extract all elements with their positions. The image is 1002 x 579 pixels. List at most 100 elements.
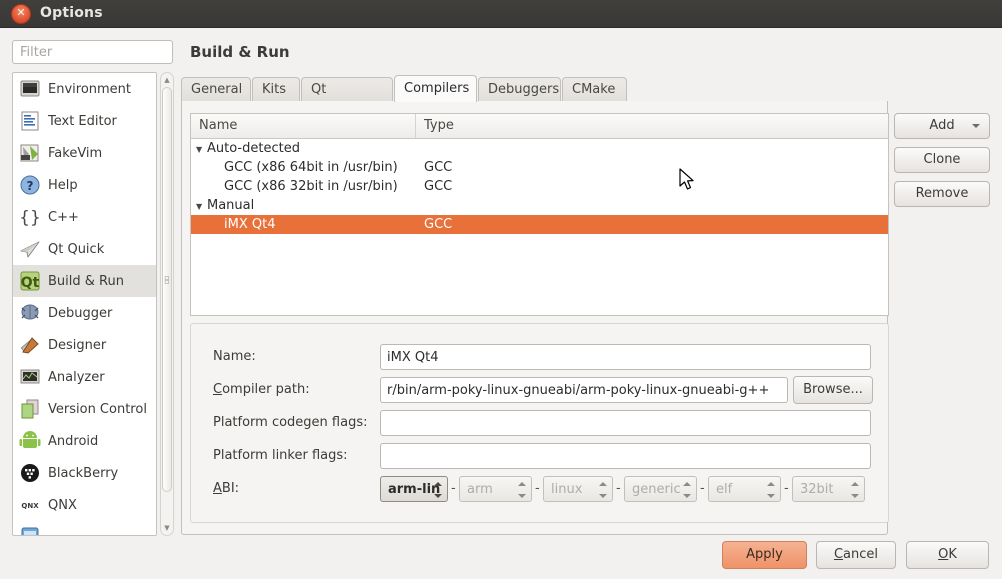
column-header-name[interactable]: Name xyxy=(191,114,416,138)
svg-text:{}: {} xyxy=(19,208,41,228)
abi-part-1[interactable]: arm xyxy=(459,476,532,502)
sidebar-item-label: BlackBerry xyxy=(48,465,119,481)
svg-text:QNX: QNX xyxy=(21,502,39,510)
abi-part-3[interactable]: generic xyxy=(624,476,697,502)
chevron-down-icon[interactable] xyxy=(972,124,980,128)
compiler-path-label-rest: ompiler path: xyxy=(222,382,310,397)
clone-button[interactable]: Clone xyxy=(894,147,990,173)
table-row[interactable]: GCC (x86 64bit in /usr/bin) GCC xyxy=(191,158,888,177)
codegen-flags-input[interactable] xyxy=(380,410,871,436)
sidebar-item-android[interactable]: Android xyxy=(13,425,156,457)
row-name-label: GCC (x86 64bit in /usr/bin) xyxy=(224,160,398,175)
sidebar-item-label: C++ xyxy=(48,209,79,225)
row-type-cell: GCC xyxy=(424,160,453,175)
tab-cmake[interactable]: CMake xyxy=(562,77,627,102)
sidebar-item-environment[interactable]: Environment xyxy=(13,73,156,105)
compilers-table[interactable]: Name Type ▼ Auto-detected GCC (x86 64bit i… xyxy=(190,113,889,316)
svg-text:?: ? xyxy=(27,179,34,193)
abi-part-4[interactable]: elf xyxy=(708,476,781,502)
qt-quick-icon xyxy=(20,241,40,258)
compiler-path-label: Compiler path: xyxy=(213,382,310,397)
sidebar-item-label: Build & Run xyxy=(48,273,124,289)
table-row[interactable]: GCC (x86 32bit in /usr/bin) GCC xyxy=(191,177,888,196)
row-name-cell: iMX Qt4 xyxy=(191,215,275,234)
spinner-arrows-icon[interactable] xyxy=(518,480,527,500)
abi-part-0[interactable]: arm-lin xyxy=(380,476,448,502)
row-name-label: Auto-detected xyxy=(207,141,300,156)
page-title: Build & Run xyxy=(190,43,290,61)
sidebar-item-label: Version Control xyxy=(48,401,147,417)
sidebar-scrollbar[interactable]: ▲ ▼ xyxy=(160,72,174,536)
sidebar-item-debugger[interactable]: Debugger xyxy=(13,297,156,329)
mouse-cursor-icon xyxy=(679,168,694,190)
browse-button[interactable]: Browse... xyxy=(793,376,873,404)
sidebar-item-label: Debugger xyxy=(48,305,113,321)
linker-flags-label: Platform linker flags: xyxy=(213,448,348,463)
spinner-arrows-icon[interactable] xyxy=(767,480,776,500)
debugger-icon xyxy=(21,304,39,320)
tab-qt-versions[interactable]: Qt Versions xyxy=(301,77,393,121)
sidebar-item-c[interactable]: {} C++ xyxy=(13,201,156,233)
cancel-button[interactable]: Cancel xyxy=(816,541,896,569)
form-row-linker-flags: Platform linker flags: xyxy=(191,442,890,470)
table-body[interactable]: ▼ Auto-detected GCC (x86 64bit in /usr/bin… xyxy=(191,139,888,234)
spinner-arrows-icon[interactable] xyxy=(599,480,608,500)
abi-separator: - xyxy=(784,481,789,496)
table-row[interactable]: ▼ Auto-detected xyxy=(191,139,888,158)
help-icon: ? xyxy=(20,175,40,195)
spinner-arrows-icon[interactable] xyxy=(434,480,443,500)
table-row[interactable]: iMX Qt4 GCC xyxy=(191,215,888,234)
ok-button[interactable]: OK xyxy=(906,541,989,569)
row-type-cell: GCC xyxy=(424,179,453,194)
expand-triangle-icon[interactable]: ▼ xyxy=(196,140,207,159)
abi-part-2[interactable]: linux xyxy=(543,476,613,502)
remove-button[interactable]: Remove xyxy=(894,181,990,207)
sidebar-item-label: Designer xyxy=(48,337,107,353)
filter-input[interactable] xyxy=(12,40,173,64)
expand-triangle-icon[interactable]: ▼ xyxy=(196,197,207,216)
abi-label: ABI: xyxy=(213,481,240,496)
abi-part-value: arm xyxy=(467,482,493,497)
sidebar-item-version-control[interactable]: Version Control xyxy=(13,393,156,425)
sidebar-item-designer[interactable]: Designer xyxy=(13,329,156,361)
sidebar-item-analyzer[interactable]: Analyzer xyxy=(13,361,156,393)
sidebar-item-help[interactable]: ? Help xyxy=(13,169,156,201)
add-button[interactable]: Add xyxy=(894,113,990,139)
tab-kits[interactable]: Kits xyxy=(252,77,300,102)
name-input[interactable] xyxy=(380,344,871,370)
spinner-arrows-icon[interactable] xyxy=(683,480,692,500)
table-row[interactable]: ▼ Manual xyxy=(191,196,888,215)
linker-flags-input[interactable] xyxy=(380,443,871,469)
sidebar-item-fakevim[interactable]: FakeVim xyxy=(13,137,156,169)
fakevim-icon xyxy=(20,144,39,162)
sidebar-item-qnx[interactable]: QNX QNX xyxy=(13,489,156,521)
abi-part-value: arm-lin xyxy=(388,482,441,497)
column-header-type[interactable]: Type xyxy=(416,114,454,138)
category-sidebar[interactable]: Environment Text Editor FakeVim? Help {} C++ Q… xyxy=(12,72,157,536)
sidebar-item-blackberry[interactable]: BlackBerry xyxy=(13,457,156,489)
row-name-label: iMX Qt4 xyxy=(224,217,276,232)
splitter-grip-icon[interactable]: ▫ ▫ xyxy=(161,274,173,290)
sidebar-item-label: Qt Quick xyxy=(48,241,105,257)
cancel-mnemonic: C xyxy=(833,547,844,562)
sidebar-item-label: Environment xyxy=(48,81,132,97)
sidebar-item-qt-quick[interactable]: Qt Quick xyxy=(13,233,156,265)
sidebar-item-partial[interactable] xyxy=(13,521,156,535)
row-name-cell: ▼ Auto-detected xyxy=(191,139,300,159)
tab-general[interactable]: General xyxy=(181,77,251,102)
spinner-arrows-icon[interactable] xyxy=(851,480,860,500)
tab-debuggers[interactable]: Debuggers xyxy=(478,77,561,102)
apply-button[interactable]: Apply xyxy=(722,541,807,569)
abi-part-5[interactable]: 32bit xyxy=(792,476,865,502)
sidebar-item-build-run[interactable]: Qt Build & Run xyxy=(13,265,156,297)
row-name-cell: GCC (x86 32bit in /usr/bin) xyxy=(191,177,398,196)
row-name-label: Manual xyxy=(207,198,255,213)
compiler-path-input[interactable] xyxy=(380,377,788,403)
tab-compilers[interactable]: Compilers xyxy=(394,75,477,102)
close-icon[interactable]: ✕ xyxy=(11,4,31,24)
abi-part-value: elf xyxy=(716,482,733,497)
scroll-down-icon[interactable]: ▼ xyxy=(161,522,173,534)
sidebar-item-text-editor[interactable]: Text Editor xyxy=(13,105,156,137)
tab-strip[interactable]: GeneralKitsQt VersionsCompilersDebuggers… xyxy=(181,75,991,121)
scroll-up-icon[interactable]: ▲ xyxy=(161,74,173,86)
